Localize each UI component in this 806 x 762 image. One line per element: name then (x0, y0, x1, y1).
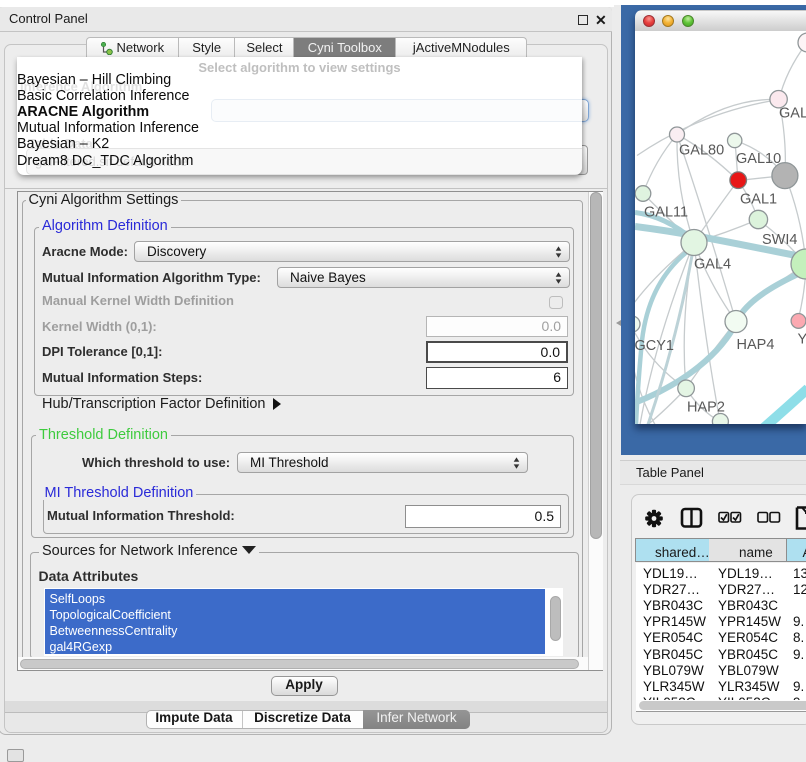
svg-text:HAP4: HAP4 (737, 337, 775, 353)
svg-text:GAL80: GAL80 (679, 142, 724, 158)
svg-text:HAP2: HAP2 (687, 399, 725, 415)
svg-text:GAL11: GAL11 (644, 204, 688, 220)
svg-text:GAL1: GAL1 (740, 191, 777, 207)
svg-text:SWI4: SWI4 (762, 232, 797, 248)
svg-text:GAL10: GAL10 (736, 151, 781, 167)
svg-text:GAL4: GAL4 (779, 105, 806, 121)
svg-text:GAL4: GAL4 (694, 256, 731, 272)
svg-text:GCY1: GCY1 (635, 338, 674, 354)
svg-text:Y: Y (798, 331, 806, 347)
